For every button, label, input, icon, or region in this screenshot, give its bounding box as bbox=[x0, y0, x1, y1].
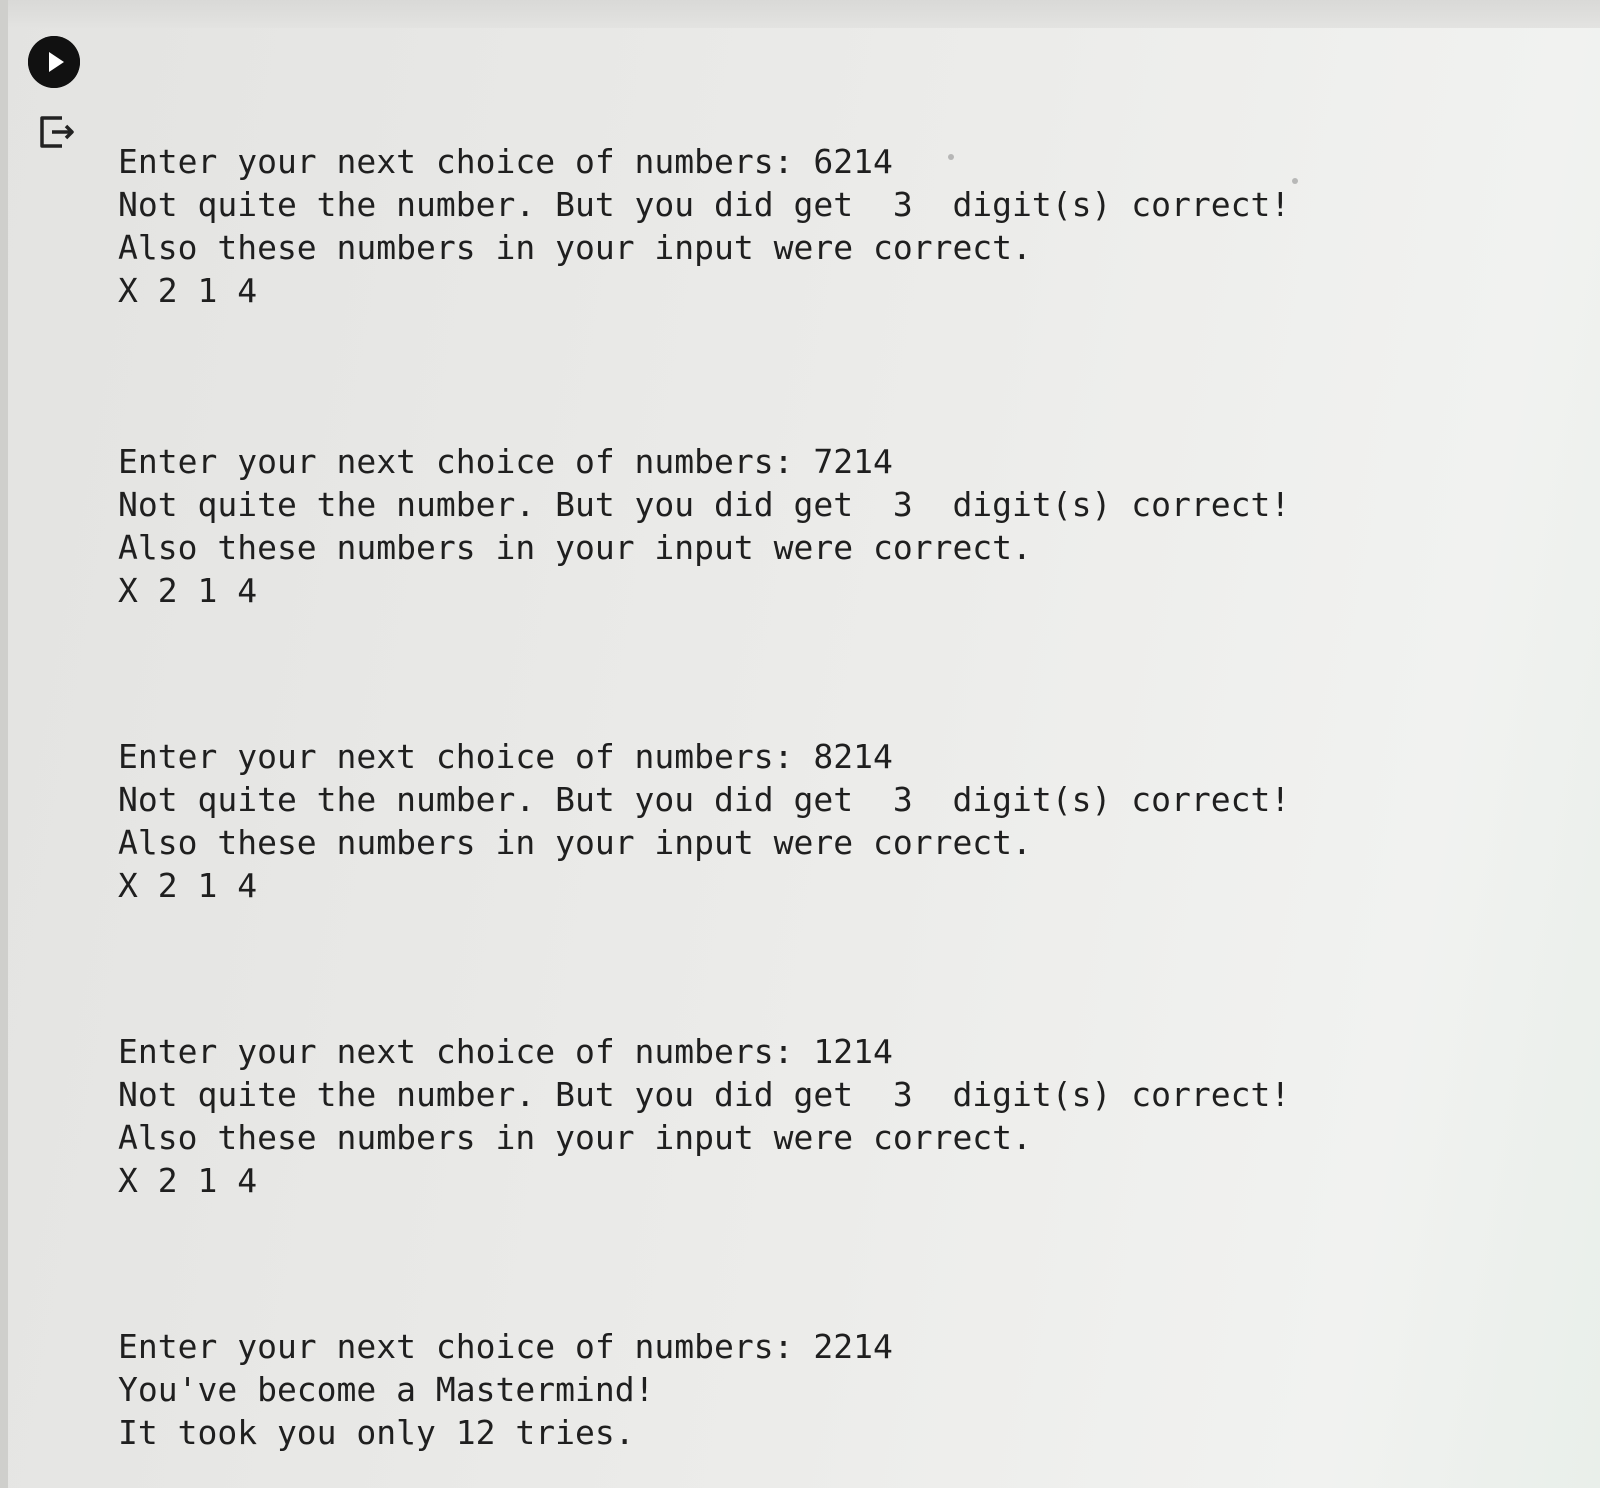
guess-pattern: X 2 1 4 bbox=[118, 1161, 258, 1200]
final-block: Enter your next choice of numbers: 2214 … bbox=[118, 1325, 1538, 1454]
guess-result: Not quite the number. But you did get 3 … bbox=[118, 1075, 1291, 1114]
guess-block-3: Enter your next choice of numbers: 8214 … bbox=[118, 735, 1538, 907]
output-exit-icon[interactable] bbox=[38, 112, 78, 152]
guess-result: Not quite the number. But you did get 3 … bbox=[118, 185, 1291, 224]
guess-result: Not quite the number. But you did get 3 … bbox=[118, 485, 1291, 524]
guess-block-4: Enter your next choice of numbers: 1214 … bbox=[118, 1030, 1538, 1202]
guess-pattern: X 2 1 4 bbox=[118, 866, 258, 905]
guess-prompt: Enter your next choice of numbers: 6214 bbox=[118, 142, 893, 181]
guess-prompt: Enter your next choice of numbers: 1214 bbox=[118, 1032, 893, 1071]
guess-note: Also these numbers in your input were co… bbox=[118, 528, 1032, 567]
guess-prompt: Enter your next choice of numbers: 7214 bbox=[118, 442, 893, 481]
screen-speck bbox=[1292, 178, 1298, 184]
cell-output: Enter your next choice of numbers: 6214 … bbox=[118, 140, 1538, 1470]
screen-speck bbox=[948, 154, 954, 160]
win-message: You've become a Mastermind! bbox=[118, 1370, 655, 1409]
guess-block-2: Enter your next choice of numbers: 7214 … bbox=[118, 440, 1538, 612]
guess-pattern: X 2 1 4 bbox=[118, 571, 258, 610]
guess-block-1: Enter your next choice of numbers: 6214 … bbox=[118, 140, 1538, 312]
guess-note: Also these numbers in your input were co… bbox=[118, 228, 1032, 267]
final-prompt: Enter your next choice of numbers: 2214 bbox=[118, 1327, 893, 1366]
guess-prompt: Enter your next choice of numbers: 8214 bbox=[118, 737, 893, 776]
window-top-edge bbox=[0, 0, 1600, 28]
guess-note: Also these numbers in your input were co… bbox=[118, 1118, 1032, 1157]
run-cell-button[interactable] bbox=[28, 36, 80, 88]
guess-note: Also these numbers in your input were co… bbox=[118, 823, 1032, 862]
guess-pattern: X 2 1 4 bbox=[118, 271, 258, 310]
guess-result: Not quite the number. But you did get 3 … bbox=[118, 780, 1291, 819]
cell-gutter bbox=[0, 0, 110, 1488]
play-circle-icon bbox=[28, 36, 80, 88]
tries-message: It took you only 12 tries. bbox=[118, 1413, 635, 1452]
